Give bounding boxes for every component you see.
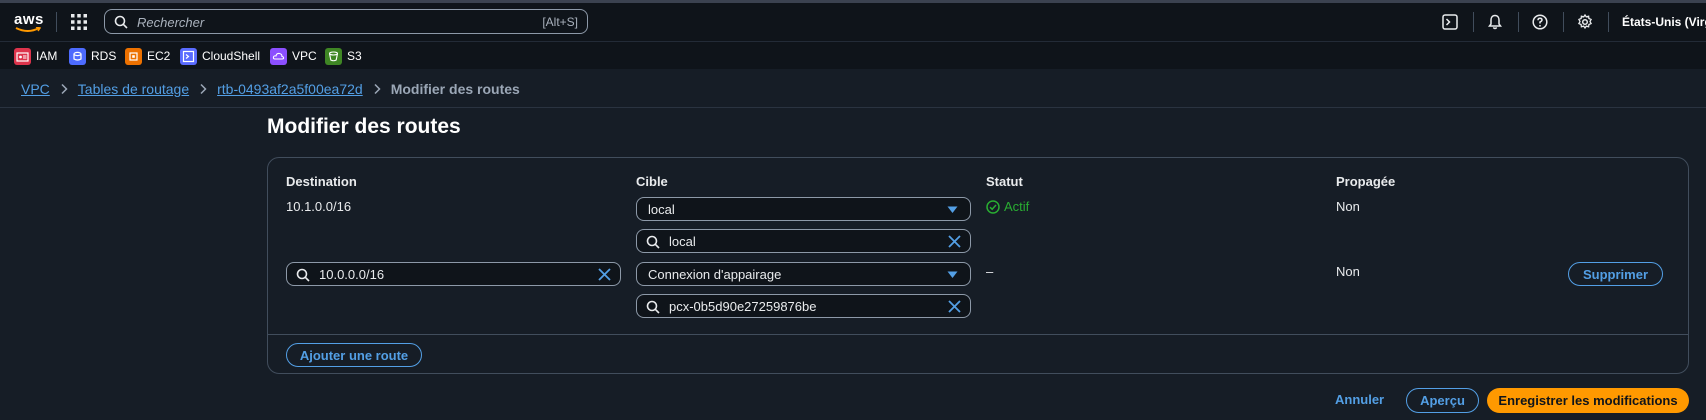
search-icon — [646, 300, 660, 317]
add-route-button[interactable]: Ajouter une route — [286, 343, 422, 367]
help-icon[interactable] — [1532, 14, 1550, 32]
panel-divider — [268, 334, 1688, 335]
target-select[interactable]: Connexion d'appairage — [636, 262, 971, 286]
caret-down-icon — [947, 271, 958, 278]
page-title: Modifier des routes — [267, 115, 461, 138]
ec2-icon — [125, 47, 142, 65]
header-destination: Destination — [286, 174, 357, 189]
caret-down-icon — [947, 206, 958, 213]
peering-connection-input[interactable]: pcx-0b5d90e27259876be — [636, 294, 971, 318]
search-placeholder: Rechercher — [137, 15, 205, 30]
vpc-icon — [270, 47, 287, 65]
top-navigation: aws Rechercher [Alt+S] États-Unis (Virgi — [0, 3, 1706, 41]
search-icon — [114, 15, 128, 32]
chevron-right-icon — [374, 83, 381, 95]
favorite-label: VPC — [292, 49, 317, 63]
nav-divider — [1473, 12, 1474, 32]
preview-button[interactable]: Aperçu — [1406, 388, 1479, 413]
cloudshell-icon[interactable] — [1442, 14, 1460, 32]
breadcrumb: VPC Tables de routage rtb-0493af2a5f00ea… — [21, 81, 520, 97]
global-search-input[interactable]: Rechercher [Alt+S] — [104, 9, 588, 34]
s3-icon — [325, 47, 342, 65]
aws-logo[interactable]: aws — [14, 11, 44, 33]
favorite-label: S3 — [347, 49, 362, 63]
destination-value: 10.0.0.0/16 — [319, 267, 385, 282]
breadcrumb-divider — [0, 107, 1706, 108]
favorite-cloudshell[interactable]: CloudShell — [180, 47, 260, 65]
rds-icon — [69, 47, 86, 65]
route-propagated: Non — [1336, 264, 1360, 279]
search-shortcut: [Alt+S] — [542, 15, 578, 29]
chevron-right-icon — [200, 83, 207, 95]
header-propagated: Propagée — [1336, 174, 1396, 189]
favorite-rds[interactable]: RDS — [69, 47, 116, 65]
save-changes-button[interactable]: Enregistrer les modifications — [1487, 388, 1689, 413]
routes-panel: Destination Cible Statut Propagée 10.1.0… — [267, 157, 1689, 374]
favorites-bar: IAM RDS EC2 CloudShell VPC S3 — [0, 41, 1706, 69]
header-target: Cible — [636, 174, 668, 189]
breadcrumb-vpc[interactable]: VPC — [21, 81, 50, 97]
favorite-vpc[interactable]: VPC — [270, 47, 317, 65]
destination-input[interactable]: 10.0.0.0/16 — [286, 262, 621, 286]
favorite-iam[interactable]: IAM — [14, 47, 57, 65]
target-select-value: local — [648, 202, 675, 217]
favorite-s3[interactable]: S3 — [325, 47, 362, 65]
cloudshell-icon — [180, 47, 197, 65]
favorite-ec2[interactable]: EC2 — [125, 47, 170, 65]
breadcrumb-route-table-id[interactable]: rtb-0493af2a5f00ea72d — [217, 81, 363, 97]
bell-icon[interactable] — [1487, 14, 1505, 32]
check-circle-icon — [986, 199, 1000, 214]
search-icon — [296, 268, 310, 285]
gear-icon[interactable] — [1577, 13, 1595, 32]
favorite-label: CloudShell — [202, 49, 261, 63]
breadcrumb-route-tables[interactable]: Tables de routage — [78, 81, 189, 97]
target-select-value: Connexion d'appairage — [648, 267, 782, 282]
target-select[interactable]: local — [636, 197, 971, 221]
services-menu-icon[interactable] — [70, 13, 88, 31]
nav-divider — [56, 12, 57, 32]
status-badge: Actif — [986, 199, 1029, 214]
route-propagated: Non — [1336, 199, 1360, 214]
favorite-label: IAM — [36, 49, 58, 63]
breadcrumb-current: Modifier des routes — [390, 81, 520, 97]
peering-connection-value: pcx-0b5d90e27259876be — [669, 299, 817, 314]
clear-icon[interactable] — [598, 268, 611, 284]
nav-divider — [1608, 12, 1609, 32]
iam-icon — [14, 47, 31, 65]
route-destination: 10.1.0.0/16 — [286, 199, 352, 214]
nav-divider — [1563, 12, 1564, 32]
chevron-right-icon — [61, 83, 68, 95]
clear-icon[interactable] — [948, 300, 961, 316]
header-status: Statut — [986, 174, 1023, 189]
status-text: Actif — [1004, 199, 1030, 214]
search-icon — [646, 235, 660, 252]
route-status: – — [986, 264, 994, 279]
nav-divider — [1518, 12, 1519, 32]
remove-route-button[interactable]: Supprimer — [1568, 262, 1663, 286]
favorite-label: EC2 — [147, 49, 171, 63]
region-selector[interactable]: États-Unis (Virgi — [1622, 15, 1706, 29]
cancel-button[interactable]: Annuler — [1335, 392, 1384, 407]
favorite-label: RDS — [91, 49, 117, 63]
clear-icon[interactable] — [948, 235, 961, 251]
target-filter-input[interactable]: local — [636, 229, 971, 253]
target-filter-value: local — [669, 234, 696, 249]
